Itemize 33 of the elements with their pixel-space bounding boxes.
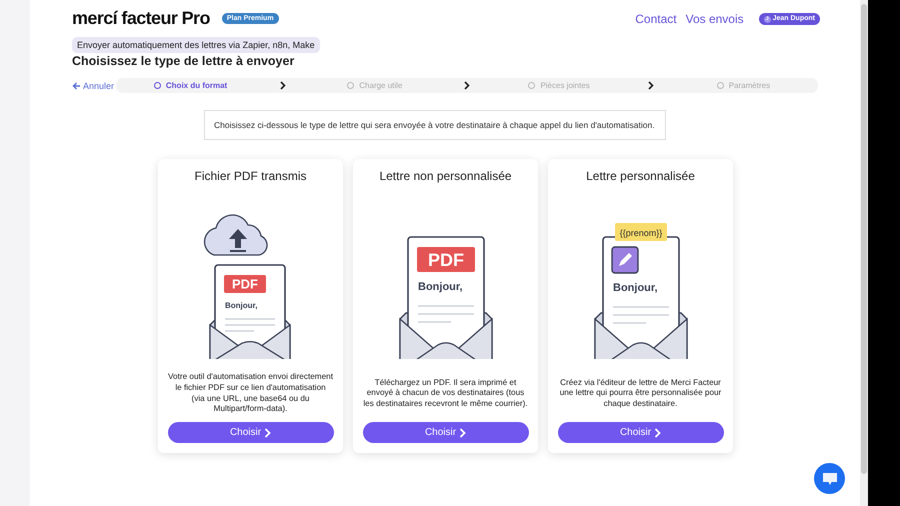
choose-button[interactable]: Choisir — [168, 422, 334, 443]
chevron-icon — [459, 428, 466, 438]
cloud-upload-icon — [203, 214, 268, 256]
chat-button[interactable] — [814, 463, 845, 494]
choose-button[interactable]: Choisir — [362, 422, 528, 443]
letter-greeting: Bonjour, — [418, 281, 462, 293]
chat-bubble-icon — [822, 472, 838, 486]
chevron-icon — [464, 81, 470, 90]
scrollbar-thumb[interactable] — [861, 4, 867, 474]
back-arrow-icon — [72, 82, 81, 90]
card-title: Lettre non personnalisée — [379, 169, 512, 183]
logo: mercí facteur Pro — [72, 8, 210, 29]
card-description: Créez via l'éditeur de lettre de Merci Facteur une lettre qui pourra être personnalisée pour chaque destinataire. — [558, 376, 722, 410]
letter-greeting: Bonjour, — [224, 301, 257, 310]
choose-button[interactable]: Choisir — [558, 422, 724, 443]
chevron-icon — [654, 428, 662, 438]
page-title: Choisissez le type de lettre à envoyer — [72, 54, 296, 68]
pdf-label: PDF — [428, 250, 464, 270]
nav-link[interactable]: Contact — [635, 12, 677, 26]
step-tab[interactable]: Choix du format — [130, 81, 251, 90]
card-description: Téléchargez un PDF. Il sera imprimé et envoyé à chacun de vos destinataires (tous les destinataires recevront le même courrier). — [363, 376, 528, 410]
pdf-label: PDF — [232, 276, 258, 292]
info-box: Choisissez ci-dessous le type de lettre qui sera envoyée à votre destinataire à chaque appel du lien d'automatisation. — [204, 110, 666, 140]
chevron-icon — [264, 428, 272, 438]
cancel-link[interactable]: Annuler — [72, 80, 116, 90]
letter-greeting: Bonjour, — [612, 282, 658, 294]
chevron-icon — [280, 81, 286, 90]
chevron-icon — [648, 81, 654, 90]
nav-link[interactable]: Vos envois — [686, 12, 744, 26]
card-title: Fichier PDF transmis — [194, 169, 306, 183]
card-description: Votre outil d'automatisation envoi directement le fichier PDF sur ce lien d'automatisation (via une URL, une base64 ou du Multipart/form-data). — [168, 371, 333, 416]
card-title: Lettre personnalisée — [586, 169, 695, 183]
context-tag: Envoyer automatiquement des lettres via Zapier, n8n, Make — [72, 37, 320, 53]
